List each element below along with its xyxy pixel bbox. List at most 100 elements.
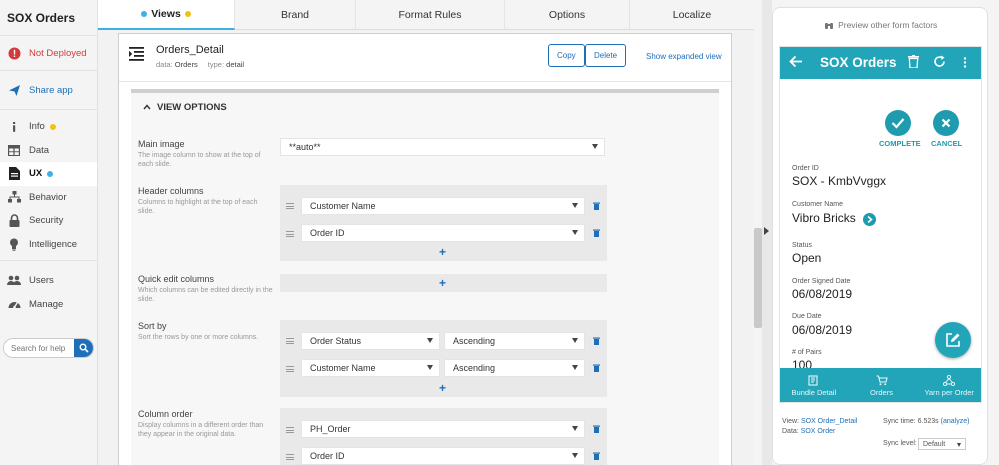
caret-down-icon <box>427 365 433 370</box>
copy-button[interactable]: Copy <box>548 44 585 67</box>
nav-orders[interactable]: Orders <box>848 368 916 402</box>
not-deployed-label: Not Deployed <box>29 47 87 59</box>
editor-scrollbar-thumb[interactable] <box>754 228 762 328</box>
drag-handle-icon[interactable] <box>286 231 294 237</box>
sort-by-label: Sort by <box>138 321 167 331</box>
refresh-icon[interactable] <box>933 55 946 71</box>
lightbulb-icon <box>7 237 21 251</box>
drag-handle-icon[interactable] <box>286 203 294 209</box>
main-image-select[interactable]: **auto** <box>280 138 605 156</box>
drag-handle-icon[interactable] <box>286 427 294 433</box>
help-search-input[interactable] <box>4 343 74 353</box>
trash-icon[interactable] <box>908 55 919 71</box>
more-vertical-icon[interactable] <box>963 57 967 71</box>
caret-down-icon <box>572 365 578 370</box>
trash-icon[interactable] <box>593 452 600 460</box>
view-options-header[interactable]: VIEW OPTIONS <box>131 93 719 121</box>
sort-direction-select-1[interactable]: Ascending <box>444 332 585 350</box>
view-type-value: detail <box>226 60 245 69</box>
collapse-arrow-icon[interactable] <box>764 227 769 235</box>
nav-yarn-per-order[interactable]: Yarn per Order <box>915 368 981 402</box>
nav-bundle-detail[interactable]: Bundle Detail <box>780 368 848 402</box>
trash-icon[interactable] <box>593 425 600 433</box>
sidebar-item-manage[interactable]: Manage <box>0 293 97 317</box>
edit-fab-button[interactable] <box>935 322 971 358</box>
drag-handle-icon[interactable] <box>286 366 294 372</box>
view-header: Orders_Detail data: Orders type: detail … <box>119 34 731 82</box>
tab-localize[interactable]: Localize <box>630 0 754 30</box>
chevron-right-circle-icon[interactable] <box>863 213 876 226</box>
complete-button[interactable] <box>885 110 911 136</box>
caret-down-icon <box>572 230 578 235</box>
sync-level-label: Sync level: <box>883 440 917 447</box>
add-quick-edit-button[interactable]: + <box>439 276 446 290</box>
data-info-link[interactable]: SOX Order <box>801 428 836 435</box>
main-image-label: Main image <box>138 139 185 149</box>
back-arrow-icon[interactable] <box>789 55 803 71</box>
preview-other-form-factors-link[interactable]: Preview other form factors <box>773 20 989 30</box>
tab-options[interactable]: Options <box>505 0 630 30</box>
analyze-link[interactable]: (analyze) <box>941 418 970 425</box>
sidebar-item-label: Data <box>29 144 50 156</box>
nav-label: Yarn per Order <box>924 388 974 397</box>
column-order-value: Order ID <box>310 451 345 461</box>
view-meta: data: Orders type: detail <box>156 60 252 69</box>
view-options-title: VIEW OPTIONS <box>157 101 227 113</box>
sort-column-select-2[interactable]: Customer Name <box>301 359 440 377</box>
sync-time-value: 6.523s <box>917 418 939 425</box>
share-block: Share app <box>0 71 97 110</box>
trash-icon[interactable] <box>593 229 600 237</box>
search-icon <box>79 343 89 353</box>
main-nav: Info Data UX Behavior Security Intellige… <box>0 110 97 261</box>
view-info-link[interactable]: SOX Order_Detail <box>801 418 857 425</box>
dashboard-icon <box>7 297 21 311</box>
field-label: Customer Name <box>792 201 843 208</box>
trash-icon[interactable] <box>593 364 600 372</box>
header-column-select-1[interactable]: Customer Name <box>301 197 585 215</box>
not-deployed-item[interactable]: Not Deployed <box>0 36 97 70</box>
caret-down-icon <box>572 453 578 458</box>
share-app-item[interactable]: Share app <box>0 71 97 109</box>
add-sort-button[interactable]: + <box>439 381 446 395</box>
sidebar-item-behavior[interactable]: Behavior <box>0 186 97 210</box>
sidebar-item-data[interactable]: Data <box>0 139 97 163</box>
sync-time-info: Sync time: 6.523s (analyze) <box>883 418 969 425</box>
sidebar-item-users[interactable]: Users <box>0 269 97 293</box>
trash-icon[interactable] <box>593 337 600 345</box>
view-options-panel: VIEW OPTIONS Main image The image column… <box>131 89 719 465</box>
secondary-nav: Users Manage <box>0 261 97 316</box>
field-value: Vibro Bricks <box>792 211 856 225</box>
trash-icon[interactable] <box>593 202 600 210</box>
sidebar-item-info[interactable]: Info <box>0 115 97 139</box>
tab-label: Localize <box>672 9 712 21</box>
column-order-select-1[interactable]: PH_Order <box>301 420 585 438</box>
drag-handle-icon[interactable] <box>286 338 294 344</box>
help-search-button[interactable] <box>74 339 93 357</box>
edit-icon <box>946 333 960 347</box>
add-header-column-button[interactable]: + <box>439 245 446 259</box>
sidebar-item-label: Security <box>29 215 64 227</box>
tab-brand[interactable]: Brand <box>235 0 356 30</box>
editor-tabbar: Views Brand Format Rules Options Localiz… <box>98 0 754 30</box>
drag-handle-icon[interactable] <box>286 454 294 460</box>
sort-direction-select-2[interactable]: Ascending <box>444 359 585 377</box>
sidebar-item-intelligence[interactable]: Intelligence <box>0 233 97 257</box>
show-expanded-view-link[interactable]: Show expanded view <box>646 52 722 61</box>
sync-level-select[interactable]: Default <box>918 438 966 450</box>
sort-column-select-1[interactable]: Order Status <box>301 332 440 350</box>
delete-button[interactable]: Delete <box>585 44 627 67</box>
column-order-value: PH_Order <box>310 424 351 434</box>
tab-format-rules[interactable]: Format Rules <box>356 0 505 30</box>
tab-views[interactable]: Views <box>98 0 235 30</box>
column-order-select-2[interactable]: Order ID <box>301 447 585 465</box>
cancel-button[interactable] <box>933 110 959 136</box>
sidebar-item-security[interactable]: Security <box>0 209 97 233</box>
pane-divider[interactable] <box>762 0 772 465</box>
main-image-value: **auto** <box>289 142 321 152</box>
help-search <box>3 338 94 358</box>
field-value: SOX - KmbVvggx <box>792 174 887 188</box>
header-column-value: Customer Name <box>310 201 376 211</box>
sidebar-item-ux[interactable]: UX <box>0 162 97 186</box>
field-label: Status <box>792 242 812 249</box>
header-column-select-2[interactable]: Order ID <box>301 224 585 242</box>
